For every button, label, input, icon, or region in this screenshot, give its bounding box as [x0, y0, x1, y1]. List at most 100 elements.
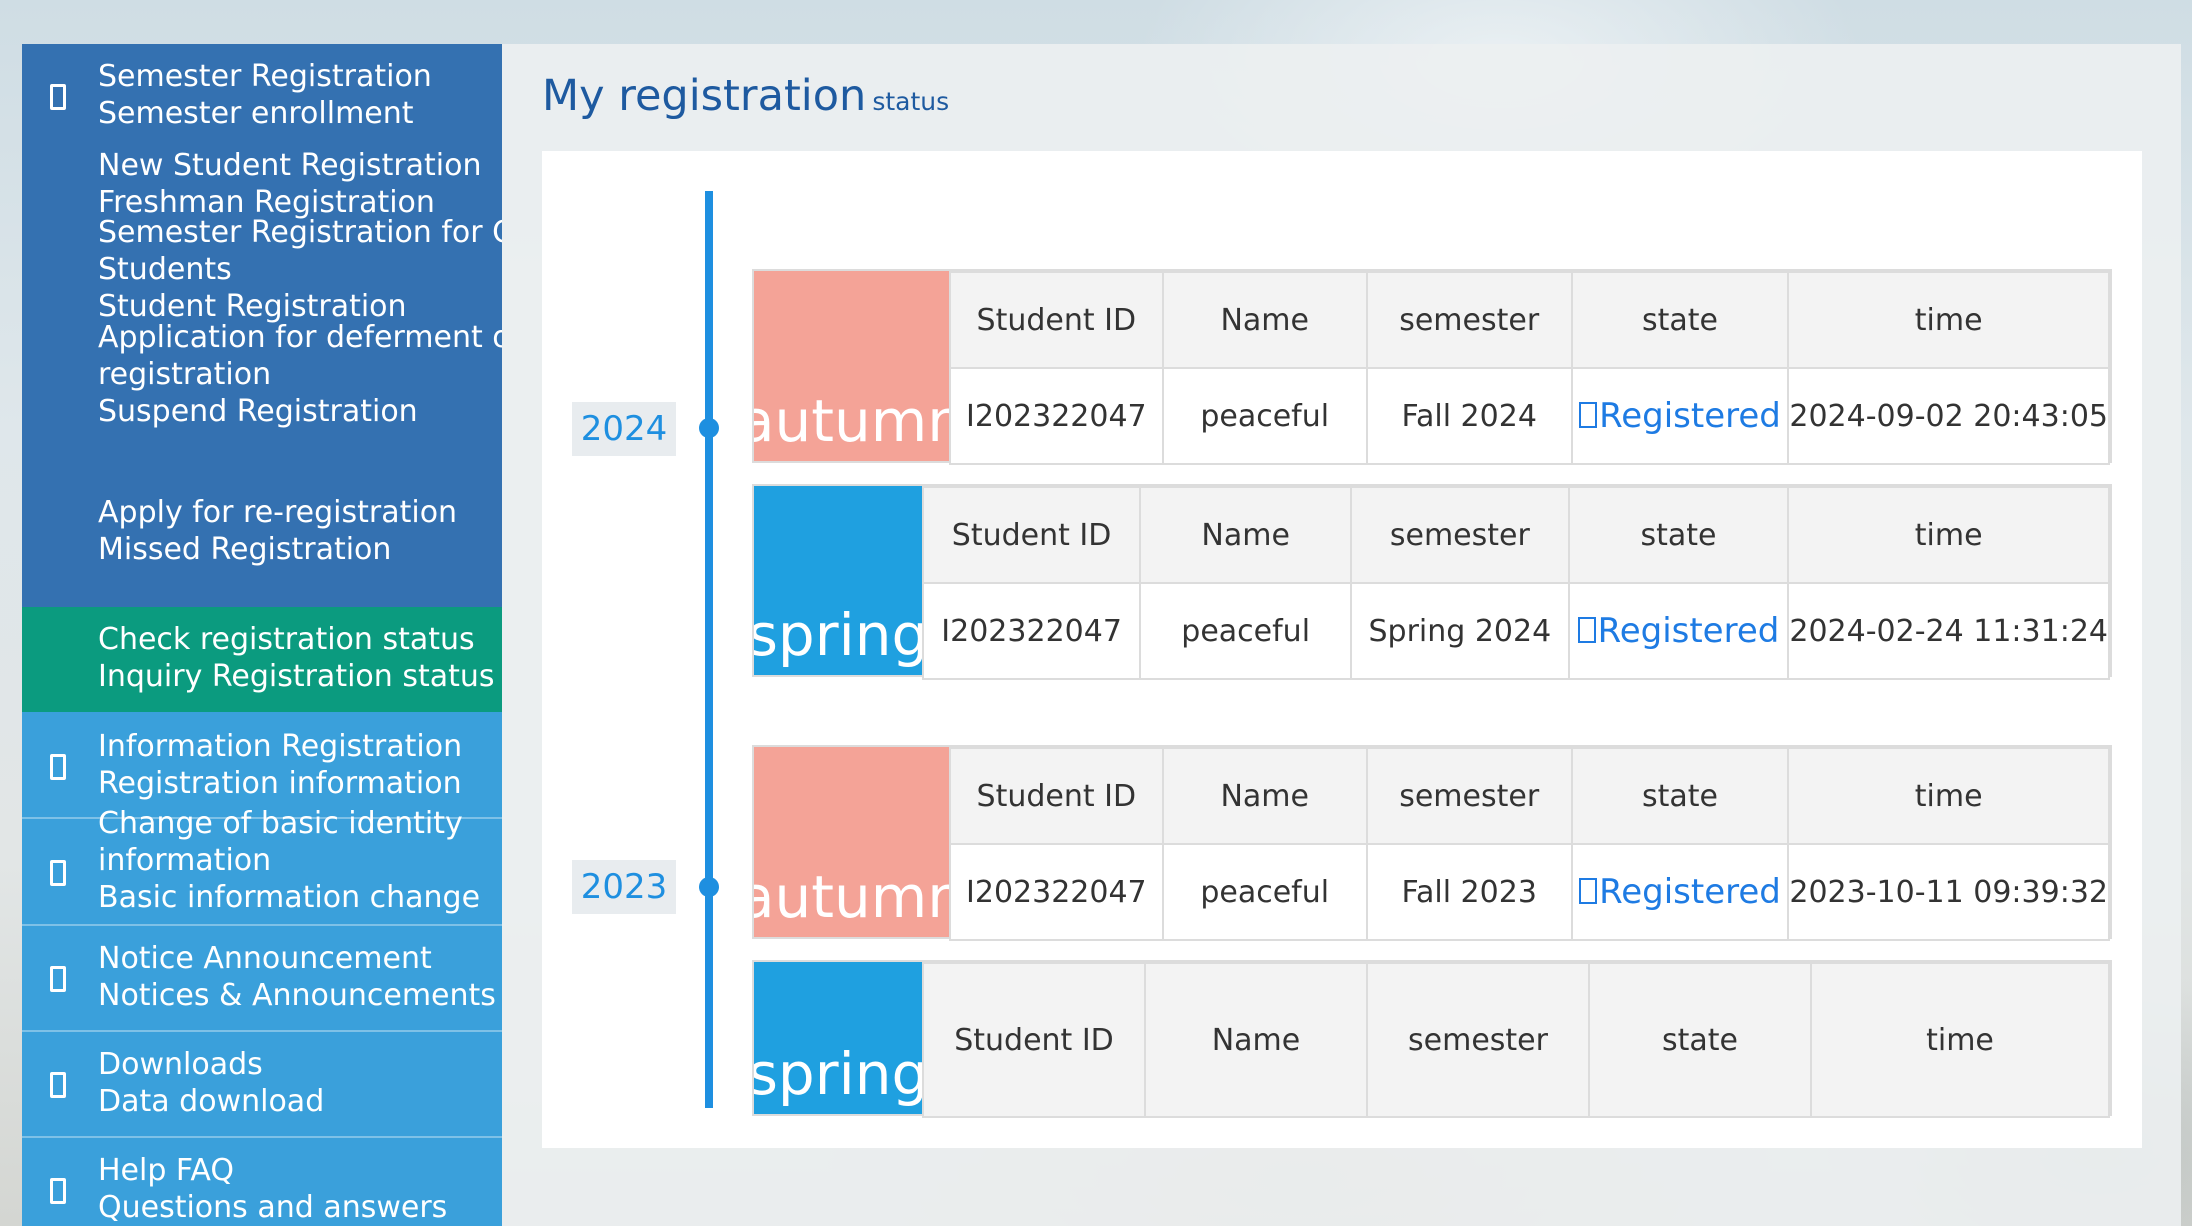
main-panel: My registration status 2024 2023 autumn S…: [502, 44, 2181, 1226]
table-row: I202322047 peaceful Spring 2024 Register…: [921, 582, 2110, 680]
cell-state: Registered: [1570, 367, 1790, 465]
sidebar-item-sublabel: Semester enrollment: [98, 96, 414, 131]
document-icon: [50, 84, 66, 110]
header-semester: semester: [1365, 747, 1573, 845]
header-name: Name: [1139, 486, 1353, 584]
sidebar-item-label: information: [98, 843, 272, 878]
sidebar-item-sublabel: Notices & Announcements: [98, 978, 496, 1013]
check-icon: [1577, 617, 1596, 643]
registration-table: Student ID Name semester state time I202…: [949, 747, 2110, 941]
cell-student-id: I202322047: [921, 582, 1142, 680]
sidebar-item-label: Students: [98, 252, 232, 287]
header-state: state: [1570, 747, 1790, 845]
sidebar-item-sublabel: Basic information change: [98, 880, 481, 915]
sidebar-item-label: Semester Registration: [98, 59, 432, 94]
document-icon: [50, 1072, 66, 1098]
registration-record: autumn Student ID Name semester state ti…: [752, 745, 2112, 941]
table-header-row: Student ID Name semester state time: [922, 962, 2110, 1118]
header-semester: semester: [1365, 271, 1573, 369]
sidebar-item-sublabel: Questions and answers: [98, 1190, 448, 1225]
sidebar-item-label: Information Registration: [98, 729, 463, 764]
cell-semester: Fall 2024: [1365, 367, 1573, 465]
header-name: Name: [1144, 962, 1368, 1118]
document-icon: [50, 966, 66, 992]
registration-table: Student ID Name semester state time I202…: [949, 271, 2110, 465]
page-subtitle: status: [872, 87, 950, 116]
sidebar-item-sublabel: Suspend Registration: [98, 394, 418, 429]
table-row: I202322047 peaceful Fall 2024 Registered…: [949, 367, 2110, 465]
sidebar-item-sublabel: Data download: [98, 1084, 325, 1119]
sidebar-item-new-student-registration[interactable]: New Student Registration Freshman Regist…: [22, 148, 502, 494]
state-label: Registered: [1599, 396, 1781, 436]
page-title: My registration status: [542, 68, 949, 130]
document-icon: [50, 1178, 66, 1204]
header-state: state: [1570, 271, 1790, 369]
header-semester: semester: [1366, 962, 1590, 1118]
timeline-dot: [699, 418, 719, 438]
sidebar-item-semester-registration[interactable]: Semester Registration Semester enrollmen…: [22, 44, 502, 148]
table-row: I202322047 peaceful Fall 2023 Registered…: [949, 843, 2110, 941]
sidebar-item-label: registration: [98, 357, 272, 392]
header-time: time: [1787, 271, 2110, 369]
cell-name: peaceful: [1161, 843, 1368, 941]
table-header-row: Student ID Name semester state time: [949, 271, 2110, 369]
cell-time: 2024-02-24 11:31:24: [1787, 582, 2110, 680]
header-time: time: [1810, 962, 2110, 1118]
header-state: state: [1588, 962, 1812, 1118]
sidebar-item-downloads[interactable]: Downloads Data download: [22, 1032, 502, 1138]
sidebar-item-sublabel: Missed Registration: [98, 532, 392, 567]
header-name: Name: [1161, 271, 1368, 369]
cell-state: Registered: [1570, 843, 1790, 941]
cell-semester: Fall 2023: [1365, 843, 1573, 941]
sidebar-item-label: New Student Registration: [98, 148, 482, 183]
year-label-2024: 2024: [572, 402, 676, 456]
sidebar-item-sublabel: Inquiry Registration status: [98, 659, 495, 694]
header-student-id: Student ID: [922, 962, 1146, 1118]
header-student-id: Student ID: [949, 271, 1164, 369]
timeline-line: [705, 191, 713, 1108]
sidebar-item-notice-announcement[interactable]: Notice Announcement Notices & Announceme…: [22, 926, 502, 1032]
sidebar-item-help-faq[interactable]: Help FAQ Questions and answers: [22, 1138, 502, 1226]
header-state: state: [1567, 486, 1790, 584]
header-student-id: Student ID: [921, 486, 1142, 584]
sidebar-item-label: Help FAQ: [98, 1153, 235, 1188]
cell-student-id: I202322047: [949, 367, 1164, 465]
sidebar-item-label: Change of basic identity: [98, 806, 463, 841]
season-label: spring: [754, 486, 922, 675]
document-icon: [50, 860, 66, 886]
cell-name: peaceful: [1161, 367, 1368, 465]
cell-semester: Spring 2024: [1350, 582, 1570, 680]
registration-record: spring Student ID Name semester state ti…: [752, 484, 2112, 680]
sidebar-item-label: Application for deferment of: [98, 320, 502, 355]
sidebar-item-re-registration[interactable]: Apply for re-registration Missed Registr…: [22, 494, 502, 607]
sidebar-item-label: Apply for re-registration: [98, 495, 458, 530]
cell-time: 2024-09-02 20:43:05: [1787, 367, 2110, 465]
sidebar-item-label: Notice Announcement: [98, 941, 432, 976]
cell-name: peaceful: [1139, 582, 1353, 680]
sidebar: Semester Registration Semester enrollmen…: [22, 44, 502, 1226]
document-icon: [50, 754, 66, 780]
sidebar-item-check-registration-status[interactable]: Check registration status Inquiry Regist…: [22, 607, 502, 712]
registration-record: autumn Student ID Name semester state ti…: [752, 269, 2112, 465]
header-student-id: Student ID: [949, 747, 1164, 845]
registration-table: Student ID Name semester state time: [922, 962, 2110, 1118]
sidebar-item-label: Semester Registration for Old: [98, 215, 502, 250]
table-header-row: Student ID Name semester state time: [949, 747, 2110, 845]
season-label: autumn: [754, 747, 949, 937]
year-label-2023: 2023: [572, 860, 676, 914]
sidebar-item-sublabel: Registration information: [98, 766, 462, 801]
header-time: time: [1787, 747, 2110, 845]
header-semester: semester: [1350, 486, 1570, 584]
sidebar-item-label: Downloads: [98, 1047, 263, 1082]
cell-student-id: I202322047: [949, 843, 1164, 941]
season-label: autumn: [754, 271, 949, 461]
state-label: Registered: [1599, 872, 1781, 912]
registration-timeline-card: 2024 2023 autumn Student ID Name semeste…: [542, 151, 2142, 1148]
sidebar-item-basic-information-change[interactable]: Change of basic identity information Bas…: [22, 806, 502, 926]
cell-time: 2023-10-11 09:39:32: [1787, 843, 2110, 941]
sidebar-item-information-registration[interactable]: Information Registration Registration in…: [22, 712, 502, 819]
page-title-text: My registration: [542, 71, 867, 121]
state-label: Registered: [1597, 611, 1780, 651]
timeline-dot: [699, 877, 719, 897]
table-header-row: Student ID Name semester state time: [921, 486, 2110, 584]
